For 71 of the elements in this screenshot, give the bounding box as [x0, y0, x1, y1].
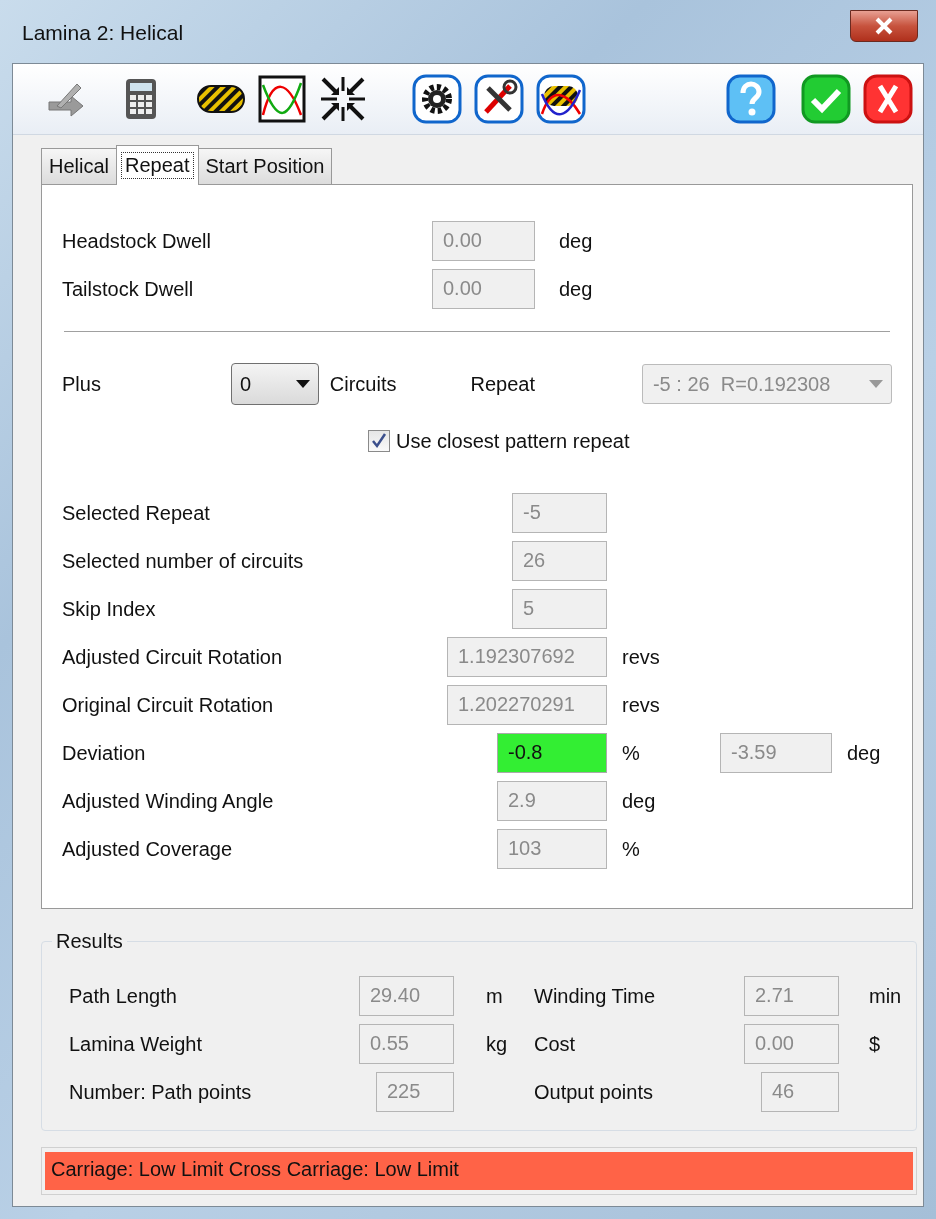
field-label: Repeat: [470, 372, 535, 396]
input-field[interactable]: 0.00: [744, 1024, 839, 1064]
help-icon[interactable]: [726, 74, 776, 124]
field-label: Deviation: [62, 741, 147, 765]
field-label: Winding Time: [534, 984, 657, 1008]
dropdown[interactable]: 0: [230, 363, 319, 405]
field-label: Selected Repeat: [62, 501, 211, 525]
window-title: Lamina 2: Helical: [22, 21, 184, 45]
field-label: Original Circuit Rotation: [62, 693, 275, 717]
input-field[interactable]: 2.71: [744, 976, 839, 1016]
status-bar: Carriage: Low Limit Cross Carriage: Low Limit: [45, 1152, 913, 1190]
unit-label: deg: [846, 741, 882, 765]
checkbox-label: Use closest pattern repeat: [396, 429, 630, 453]
field-label: Adjusted Circuit Rotation: [62, 645, 284, 669]
compress-arrows-icon[interactable]: [319, 75, 367, 123]
input-field[interactable]: 225: [376, 1072, 454, 1112]
field-label: Number: Path points: [69, 1080, 253, 1104]
input-field[interactable]: -3.59: [720, 733, 832, 773]
input-field[interactable]: -5: [512, 493, 607, 533]
field-label: Output points: [534, 1080, 654, 1104]
caret-icon: [295, 380, 310, 388]
settings-icon[interactable]: [412, 74, 462, 124]
field-label: Tailstock Dwell: [62, 277, 195, 301]
unit-label: kg: [485, 1032, 509, 1056]
field-label: Adjusted Winding Angle: [62, 789, 275, 813]
unit-label: min: [868, 984, 903, 1008]
input-field[interactable]: -0.8: [497, 733, 607, 773]
input-field[interactable]: 0.55: [359, 1024, 454, 1064]
input-field[interactable]: 103: [497, 829, 607, 869]
checkmark-icon[interactable]: [801, 74, 851, 124]
tab[interactable]: Helical: [41, 148, 118, 184]
field-label: Plus: [62, 372, 101, 396]
close-icon: [874, 17, 894, 35]
checkbox[interactable]: [368, 430, 390, 452]
input-field[interactable]: 1.202270291: [447, 685, 607, 725]
tab[interactable]: Start Position: [197, 148, 333, 184]
field-label: Lamina Weight: [69, 1032, 204, 1056]
field-label: Adjusted Coverage: [62, 837, 234, 861]
unit-label: revs: [621, 645, 661, 669]
hatched-graph-icon[interactable]: [536, 74, 586, 124]
unit-label: revs: [621, 693, 661, 717]
input-field[interactable]: 26: [512, 541, 607, 581]
input-field[interactable]: 46: [761, 1072, 839, 1112]
input-field[interactable]: 29.40: [359, 976, 454, 1016]
field-label: Skip Index: [62, 597, 157, 621]
unit-label: %: [621, 837, 641, 861]
unit-label: $: [868, 1032, 882, 1056]
unit-label: deg: [558, 277, 594, 301]
unit-label: deg: [558, 229, 594, 253]
caret-icon: [869, 380, 883, 388]
field-label: Selected number of circuits: [62, 549, 305, 573]
calculator-icon[interactable]: [123, 77, 159, 121]
input-field[interactable]: 2.9: [497, 781, 607, 821]
close-button[interactable]: [850, 10, 918, 42]
graph-icon[interactable]: [258, 75, 306, 123]
unit-label: deg: [621, 789, 657, 813]
field-label: Cost: [534, 1032, 577, 1056]
unit-label: m: [485, 984, 504, 1008]
input-field[interactable]: 0.00: [432, 269, 535, 309]
input-field[interactable]: 5: [512, 589, 607, 629]
cancel-icon[interactable]: [863, 74, 913, 124]
field-label: Path Length: [69, 984, 178, 1008]
input-field[interactable]: 0.00: [432, 221, 535, 261]
tools-icon[interactable]: [474, 74, 524, 124]
hatched-pill-icon[interactable]: [196, 83, 246, 115]
field-label: Headstock Dwell: [62, 229, 212, 253]
tab[interactable]: Repeat: [116, 145, 199, 185]
input-field[interactable]: 1.192307692: [447, 637, 607, 677]
unit-label: %: [621, 741, 641, 765]
dropdown[interactable]: -5 : 26 R=0.192308: [641, 364, 892, 404]
unit-label: Circuits: [329, 372, 397, 396]
